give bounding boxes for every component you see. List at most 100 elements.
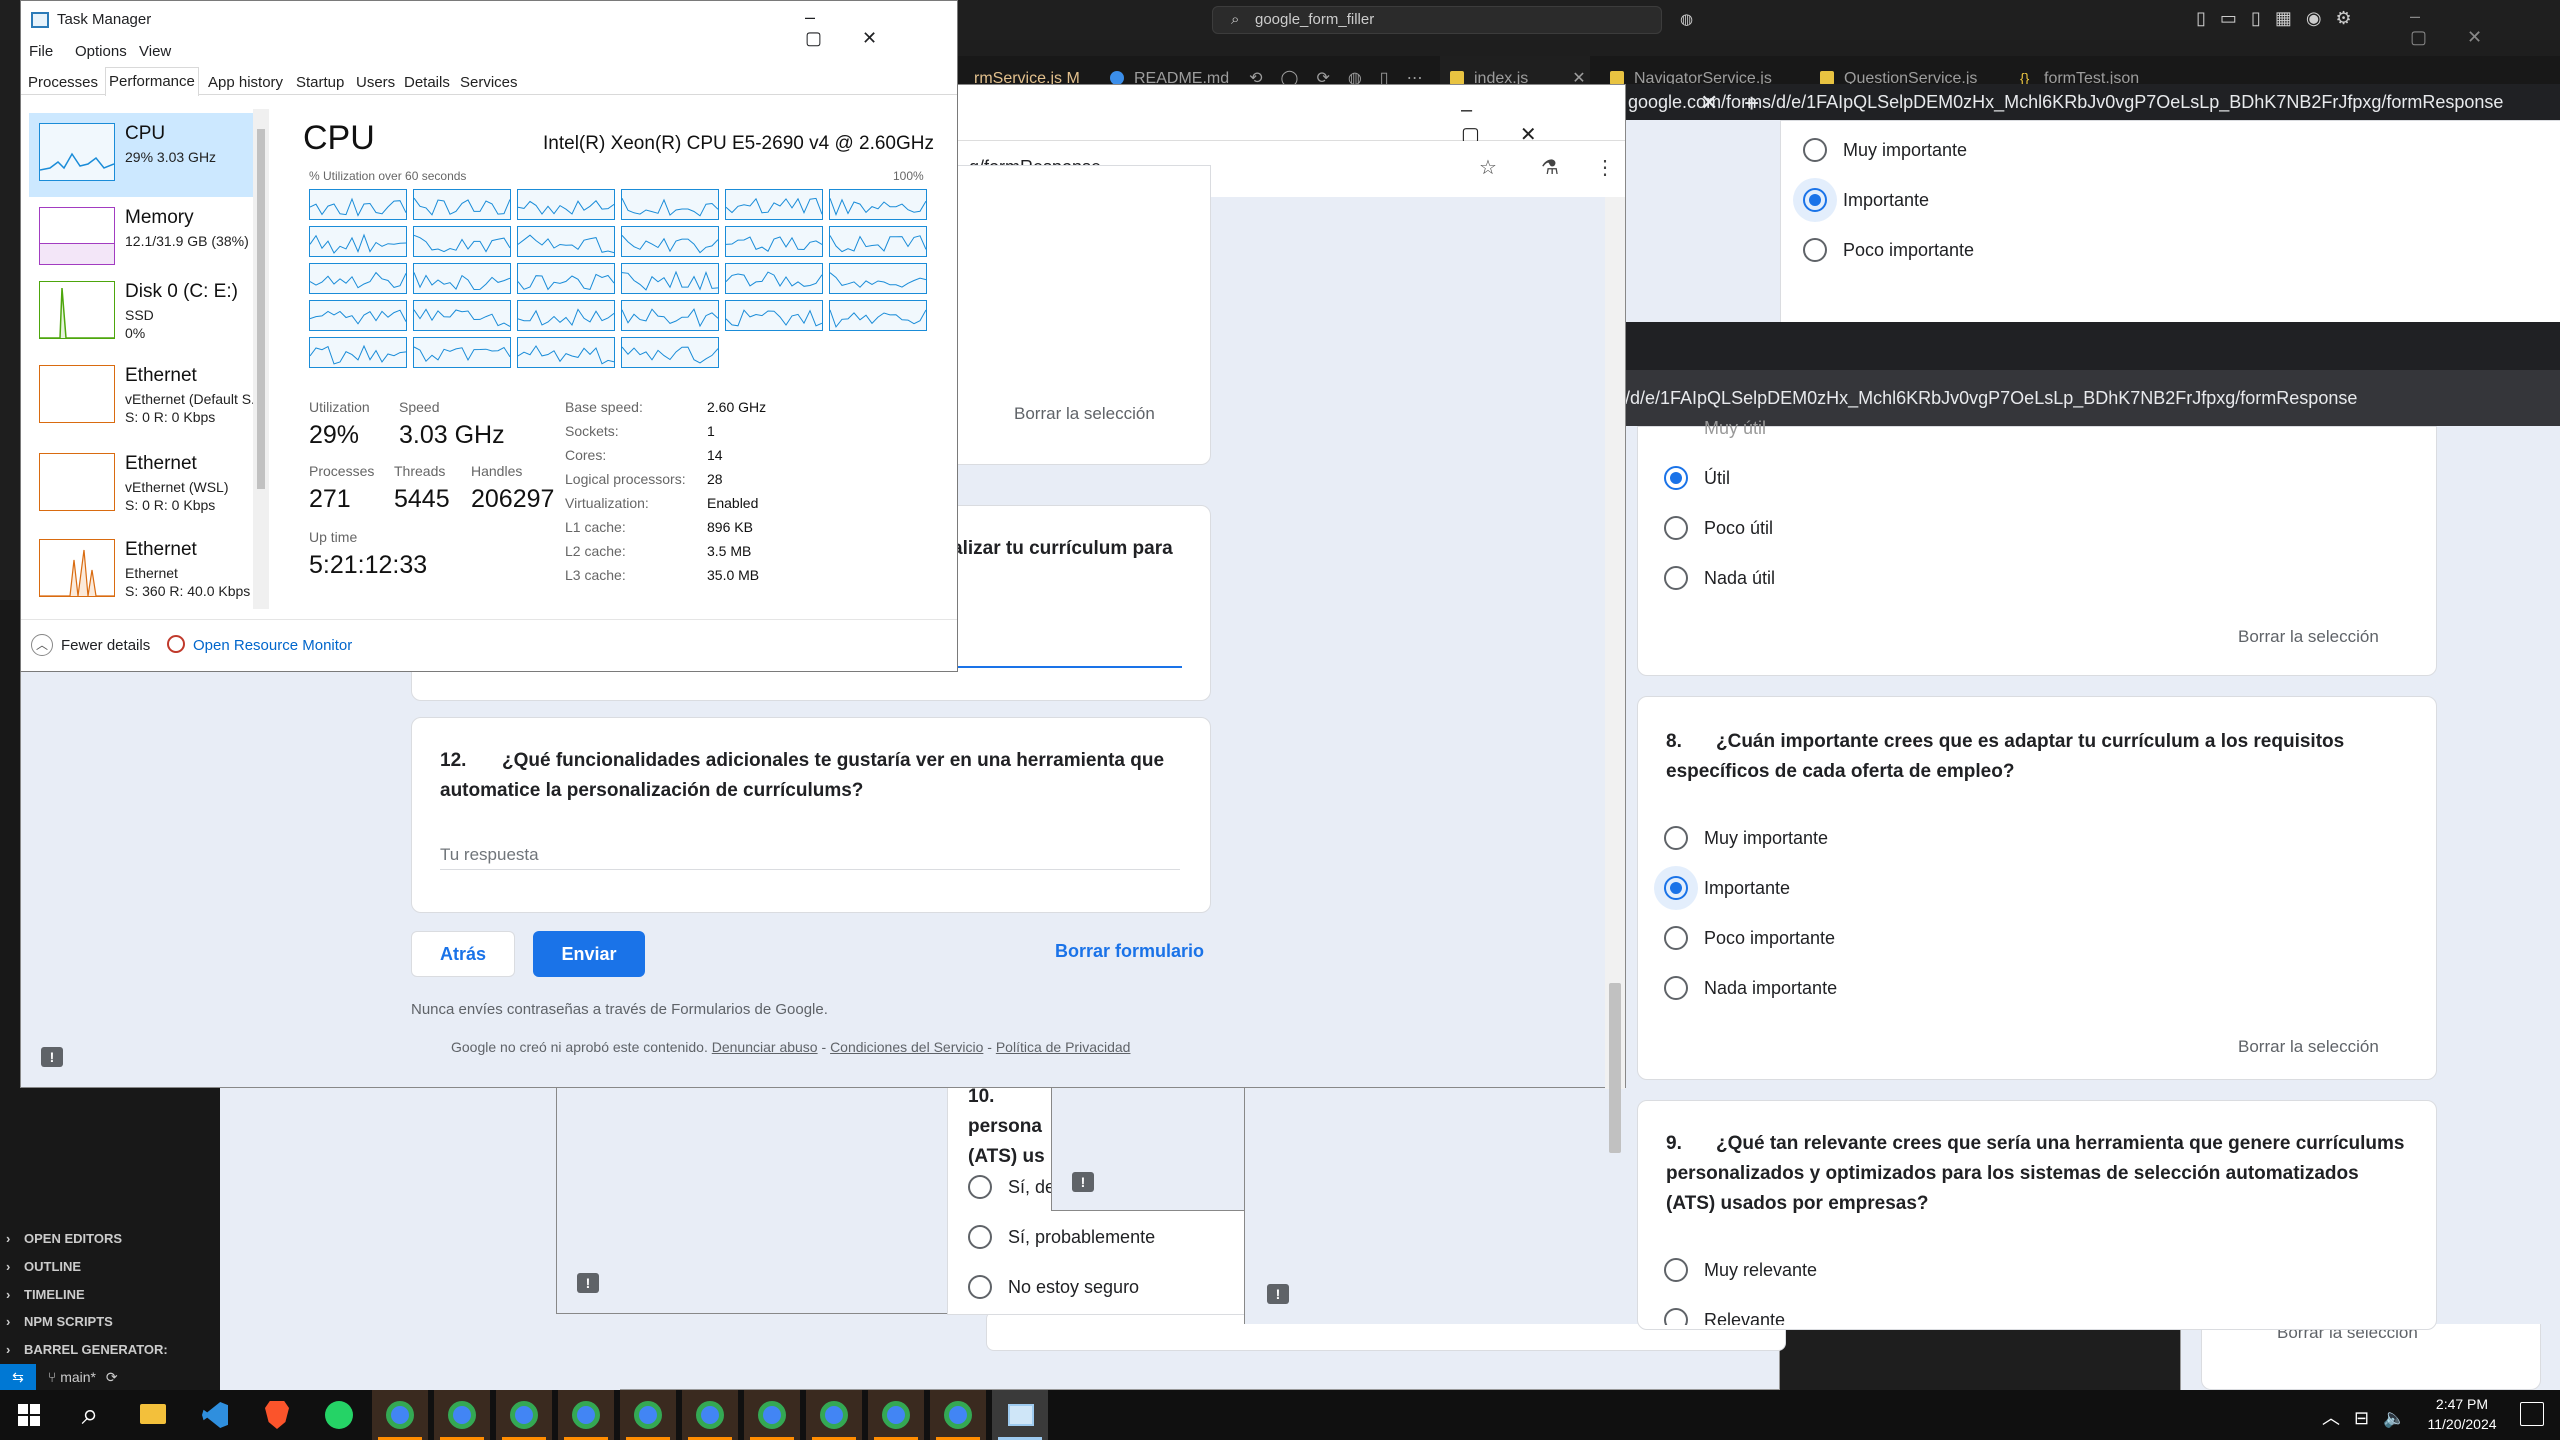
sidebar-item-disk[interactable]: Disk 0 (C: E:) SSD 0% — [29, 271, 259, 355]
report-abuse-link[interactable]: Denunciar abuso — [712, 1039, 818, 1055]
menu-file[interactable]: File — [29, 43, 53, 60]
chrome-icon[interactable] — [930, 1390, 986, 1440]
clock-date[interactable]: 11/20/2024 — [2412, 1416, 2512, 1432]
chrome-icon[interactable] — [806, 1390, 862, 1440]
spec-key: L1 cache: — [565, 519, 626, 535]
terms-link[interactable]: Condiciones del Servicio — [830, 1039, 983, 1055]
option-muy-importante[interactable]: Muy importante — [1664, 823, 1828, 853]
copilot-icon[interactable]: ◍ — [1680, 10, 1708, 30]
fewer-details-link[interactable]: Fewer details — [61, 637, 150, 654]
back-button[interactable]: Atrás — [411, 931, 515, 977]
logical-processor-graph — [517, 300, 615, 331]
vscode-icon[interactable] — [186, 1390, 242, 1440]
option-si-probablemente[interactable]: Sí, probablemente — [968, 1222, 1155, 1252]
windows-start-icon[interactable] — [0, 1390, 56, 1440]
feedback-icon[interactable]: ! — [1267, 1284, 1289, 1304]
window-controls[interactable]: –▢✕ — [1461, 99, 1625, 147]
address-bar[interactable]: google.com/forms/d/e/1FAIpQLSelpDEM0zHx_… — [1620, 84, 2560, 120]
menu-view[interactable]: View — [139, 43, 171, 60]
url-text[interactable]: google.com/forms/d/e/1FAIpQLSelpDEM0zHx_… — [1628, 92, 2503, 113]
option-nada-importante[interactable]: Nada importante — [1664, 973, 1837, 1003]
sidebar-item-value: vEthernet (Default S... — [125, 391, 259, 407]
sync-icon[interactable]: ⟳ — [106, 1369, 118, 1385]
clock-time[interactable]: 2:47 PM — [2412, 1396, 2512, 1412]
command-center-search[interactable]: ⌕ google_form_filler — [1212, 6, 1662, 34]
system-tray-icons[interactable]: ︿⊟🔈 — [2322, 1404, 2420, 1430]
option-muy-importante[interactable]: Muy importante — [1803, 135, 1967, 165]
option-importante[interactable]: Importante — [1654, 866, 1790, 910]
window-controls[interactable]: –▢✕ — [2410, 6, 2560, 47]
remote-icon[interactable]: ⇆ — [0, 1364, 36, 1390]
answer-input-q12[interactable]: Tu respuesta — [440, 830, 1180, 870]
option-no-estoy-seguro[interactable]: No estoy seguro — [968, 1272, 1139, 1302]
tab-details[interactable]: Details — [401, 71, 453, 95]
option-poco-importante[interactable]: Poco importante — [1664, 923, 1835, 953]
option-poco-util[interactable]: Poco útil — [1664, 513, 1773, 543]
option-util[interactable]: Útil — [1664, 463, 1730, 493]
new-tab-icon[interactable]: + — [1744, 88, 1759, 119]
brave-browser-icon[interactable] — [248, 1390, 304, 1440]
sidebar-item-ethernet[interactable]: Ethernet Ethernet S: 360 R: 40.0 Kbps — [29, 529, 259, 609]
whatsapp-icon[interactable] — [310, 1390, 366, 1440]
option-muy-relevante[interactable]: Muy relevante — [1664, 1255, 1817, 1285]
search-icon[interactable]: ⌕ — [62, 1390, 118, 1440]
open-resource-monitor-link[interactable]: Open Resource Monitor — [193, 637, 352, 654]
section-npm-scripts[interactable]: › NPM SCRIPTS — [0, 1308, 220, 1336]
sidebar-scrollbar[interactable] — [253, 109, 269, 609]
branch-label[interactable]: main* — [60, 1369, 96, 1385]
tab-services[interactable]: Services — [457, 71, 521, 95]
section-outline[interactable]: › OUTLINE — [0, 1253, 220, 1281]
tab-startup[interactable]: Startup — [293, 71, 347, 95]
chrome-icon[interactable] — [620, 1390, 676, 1440]
menu-options[interactable]: Options — [75, 43, 127, 60]
tab-users[interactable]: Users — [353, 71, 398, 95]
chevron-up-icon[interactable]: ︿ — [31, 634, 53, 656]
section-barrel-generator[interactable]: ›BARREL GENERATOR: EXPORT — [0, 1336, 220, 1385]
clear-form-link[interactable]: Borrar formulario — [1055, 941, 1204, 962]
tab-app-history[interactable]: App history — [205, 71, 286, 95]
star-icon[interactable]: ☆ — [1479, 155, 1497, 180]
chrome-icon[interactable] — [434, 1390, 490, 1440]
layout-icons[interactable]: ▯▭▯▦◉⚙ — [2196, 8, 2396, 32]
tab-processes[interactable]: Processes — [25, 71, 101, 95]
clear-selection-link[interactable]: Borrar la selección — [2238, 627, 2379, 647]
logical-processor-graph — [309, 263, 407, 294]
section-open-editors[interactable]: › OPEN EDITORS — [0, 1225, 220, 1253]
sidebar-item-ethernet-default[interactable]: Ethernet vEthernet (Default S... S: 0 R:… — [29, 355, 259, 439]
option-importante[interactable]: Importante — [1793, 178, 1929, 222]
feedback-icon[interactable]: ! — [577, 1273, 599, 1293]
answer-underline-focused[interactable] — [952, 666, 1182, 668]
scrollbar-thumb[interactable] — [257, 129, 265, 489]
clear-selection-link[interactable]: Borrar la selección — [2238, 1037, 2379, 1057]
scrollbar[interactable] — [1605, 197, 1625, 1153]
chrome-icon[interactable] — [558, 1390, 614, 1440]
feedback-icon[interactable]: ! — [1072, 1172, 1094, 1192]
labs-flask-icon[interactable]: ⚗ — [1541, 155, 1559, 180]
chrome-icon[interactable] — [496, 1390, 552, 1440]
scrollbar-thumb[interactable] — [1609, 983, 1621, 1153]
chrome-icon[interactable] — [744, 1390, 800, 1440]
option-poco-importante[interactable]: Poco importante — [1803, 235, 1974, 265]
task-manager-taskbar-icon[interactable] — [992, 1390, 1048, 1440]
option-nada-util[interactable]: Nada útil — [1664, 563, 1775, 593]
feedback-icon[interactable]: ! — [41, 1047, 63, 1067]
chrome-icon[interactable] — [682, 1390, 738, 1440]
privacy-link[interactable]: Política de Privacidad — [996, 1039, 1131, 1055]
section-timeline[interactable]: › TIMELINE — [0, 1281, 220, 1309]
chrome-icon[interactable] — [868, 1390, 924, 1440]
clear-selection-link[interactable]: Borrar la selección — [1014, 404, 1155, 424]
submit-button[interactable]: Enviar — [533, 931, 645, 977]
tab-performance[interactable]: Performance — [105, 67, 199, 96]
option-relevante[interactable]: Relevante — [1664, 1305, 1785, 1325]
sidebar-item-cpu[interactable]: CPU 29% 3.03 GHz — [29, 113, 259, 197]
url-text[interactable]: /d/e/1FAIpQLSelpDEM0zHx_Mchl6KRbJv0vgP7O… — [1625, 388, 2357, 409]
option-muy-util-partial[interactable]: Muy útil — [1664, 413, 1766, 443]
file-explorer-icon[interactable] — [124, 1390, 180, 1440]
close-tab-icon[interactable]: ✕ — [1700, 90, 1718, 116]
menu-kebab-icon[interactable]: ⋮ — [1595, 155, 1615, 180]
chrome-icon[interactable] — [372, 1390, 428, 1440]
sidebar-item-memory[interactable]: Memory 12.1/31.9 GB (38%) — [29, 197, 259, 281]
task-manager-window: Task Manager –▢✕ File Options View Proce… — [20, 0, 958, 672]
notifications-icon[interactable] — [2520, 1402, 2544, 1426]
sidebar-item-ethernet-wsl[interactable]: Ethernet vEthernet (WSL) S: 0 R: 0 Kbps — [29, 443, 259, 527]
